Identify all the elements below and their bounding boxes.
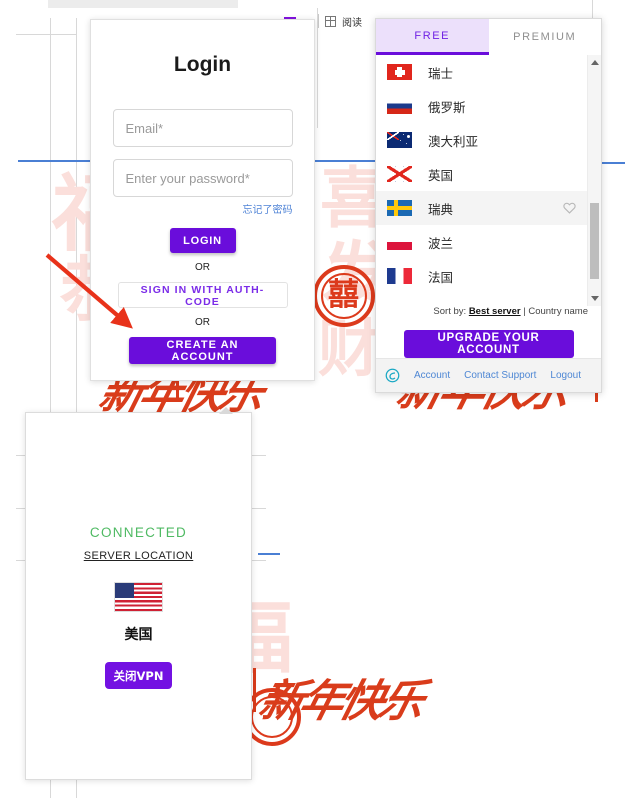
or-divider-2: OR (195, 317, 210, 328)
country-list: 瑞士 俄罗斯 澳大利亚 英国 瑞典 波兰 法国 (376, 55, 587, 306)
red-calligraphy: 新年快乐 (253, 676, 427, 727)
flag-sweden-icon (387, 200, 412, 216)
connection-status-text: CONNECTED (89, 525, 188, 540)
background-toolbar: 阅读 (318, 12, 362, 30)
country-row-russia[interactable]: 俄罗斯 (376, 89, 587, 123)
scroll-down-arrow-icon[interactable] (591, 296, 599, 301)
red-decoration (253, 668, 256, 712)
country-row-switzerland[interactable]: 瑞士 (376, 55, 587, 89)
login-popup: Login 忘记了密码 LOGIN OR SIGN IN WITH AUTH-C… (90, 19, 315, 381)
flag-australia-icon (387, 132, 412, 148)
sort-controls: Sort by: Best server | Country name (376, 306, 601, 320)
create-an-account-button[interactable]: CREATE AN ACCOUNT (129, 337, 276, 364)
country-name: 英国 (428, 167, 454, 183)
country-list-container: 瑞士 俄罗斯 澳大利亚 英国 瑞典 波兰 法国 (376, 55, 601, 306)
country-name: 瑞士 (428, 65, 454, 81)
country-name: 瑞典 (428, 201, 454, 217)
footer-link-logout[interactable]: Logout (550, 370, 581, 381)
grid-view-icon[interactable] (325, 15, 336, 27)
login-title: Login (173, 53, 232, 76)
sort-prefix-label: Sort by: (433, 306, 467, 317)
email-input[interactable] (112, 109, 293, 147)
scroll-up-arrow-icon[interactable] (591, 60, 599, 65)
vpn-tab-bar: FREE PREMIUM (376, 19, 601, 55)
sort-separator: | (523, 306, 526, 317)
background-rule (592, 0, 593, 20)
country-row-united-kingdom[interactable]: 英国 (376, 157, 587, 191)
login-button[interactable]: LOGIN (169, 228, 236, 253)
flag-russia-icon (387, 98, 412, 114)
sort-by-country-name[interactable]: Country name (528, 306, 588, 317)
connected-panel: CONNECTED SERVER LOCATION 美国 关闭VPN (25, 407, 252, 780)
server-location-label: SERVER LOCATION (83, 550, 194, 562)
connected-country-name: 美国 (124, 627, 153, 643)
disconnect-vpn-button[interactable]: 关闭VPN (105, 662, 172, 689)
sort-by-best-server[interactable]: Best server (469, 306, 521, 317)
watermark-character: 财 (318, 312, 381, 385)
flag-france-icon (387, 268, 412, 284)
popup-caret-icon (219, 407, 233, 414)
footer-link-contact-support[interactable]: Contact Support (464, 370, 536, 381)
scrollbar-thumb[interactable] (590, 203, 599, 279)
country-name: 澳大利亚 (428, 133, 479, 149)
country-name: 波兰 (428, 235, 454, 251)
flag-united-kingdom-icon (387, 166, 412, 182)
footer-link-account[interactable]: Account (414, 370, 450, 381)
flag-united-states-icon (114, 582, 163, 612)
tab-free[interactable]: FREE (376, 19, 489, 55)
favorite-heart-icon[interactable] (562, 201, 577, 215)
background-rule (16, 34, 76, 35)
password-input[interactable] (112, 159, 293, 197)
background-gray-band (48, 0, 238, 8)
country-name: 俄罗斯 (428, 99, 466, 115)
flag-switzerland-icon (387, 64, 412, 80)
toolbar-separator (318, 14, 319, 28)
toolbar-label: 阅读 (342, 17, 362, 29)
country-row-sweden[interactable]: 瑞典 (376, 191, 587, 225)
country-row-france[interactable]: 法国 (376, 259, 587, 293)
background-accent-line (258, 553, 280, 555)
country-row-australia[interactable]: 澳大利亚 (376, 123, 587, 157)
vpn-footer: Account Contact Support Logout (376, 358, 601, 392)
forgot-password-link[interactable]: 忘记了密码 (113, 201, 293, 216)
country-list-scrollbar[interactable] (587, 55, 601, 306)
app-logo-icon (385, 368, 400, 383)
vpn-panel: FREE PREMIUM 瑞士 俄罗斯 澳大利亚 英国 瑞典 波兰 法国 Sor… (375, 18, 602, 393)
or-divider-1: OR (195, 262, 210, 273)
upgrade-your-account-button[interactable]: UPGRADE YOUR ACCOUNT (403, 330, 574, 358)
red-seal-glyph: 囍 (328, 277, 359, 313)
flag-poland-icon (387, 234, 412, 250)
country-row-poland[interactable]: 波兰 (376, 225, 587, 259)
tab-premium[interactable]: PREMIUM (488, 19, 601, 55)
country-name: 法国 (428, 269, 454, 285)
sign-in-with-auth-code-button[interactable]: SIGN IN WITH AUTH-CODE (117, 282, 288, 308)
